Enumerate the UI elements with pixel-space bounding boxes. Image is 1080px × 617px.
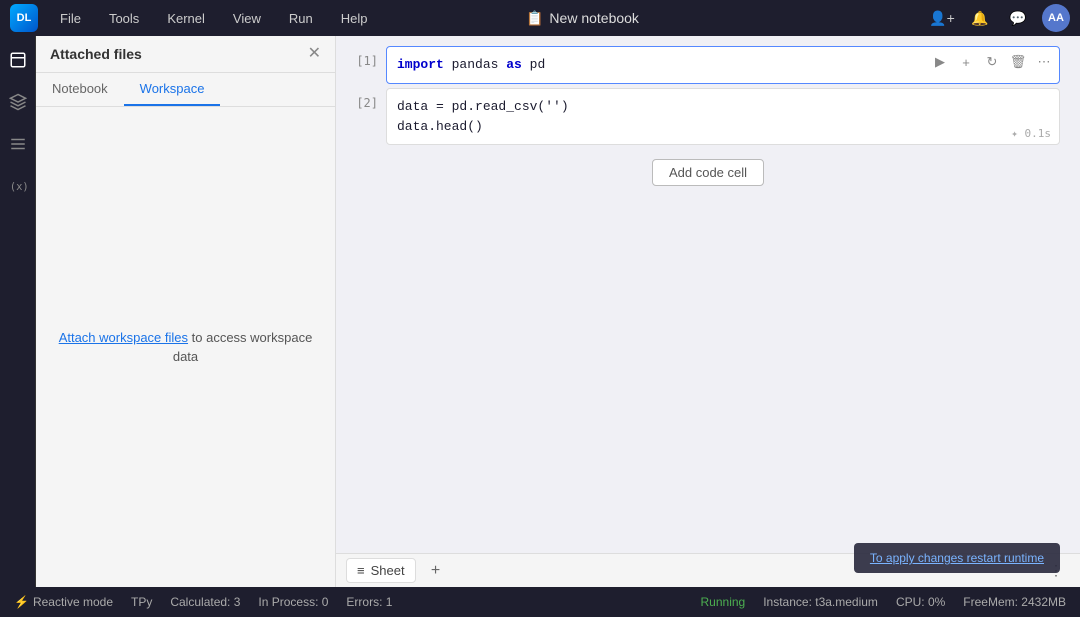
- notifications-button[interactable]: 🔔: [966, 4, 994, 32]
- cell-box-2[interactable]: data = pd.read_csv('') data.head() ✦ 0.1…: [386, 88, 1060, 145]
- user-avatar[interactable]: AA: [1042, 4, 1070, 32]
- status-right: Running Instance: t3a.medium CPU: 0% Fre…: [701, 595, 1067, 609]
- sheet-tab-icon: ≡: [357, 563, 365, 578]
- svg-text:(x): (x): [9, 181, 26, 193]
- notebook-title-icon: 📋: [526, 10, 543, 27]
- sheet-tab[interactable]: ≡ Sheet: [346, 558, 416, 583]
- reactive-icon: ⚡: [14, 595, 29, 609]
- status-bar: ⚡ Reactive mode TPy Calculated: 3 In Pro…: [0, 587, 1080, 617]
- calculated-item: Calculated: 3: [170, 595, 240, 609]
- more-options-button-1[interactable]: ⋯: [1033, 51, 1055, 73]
- tab-workspace[interactable]: Workspace: [124, 73, 221, 106]
- left-panel: Attached files ✕ Notebook Workspace Atta…: [36, 36, 336, 587]
- add-cell-above-button[interactable]: +: [955, 51, 977, 73]
- cell-wrapper-1: [1] ▶ + ↻ 🗑 ⋯ import pandas as pd: [356, 46, 1060, 84]
- attach-message: Attach workspace files to access workspa…: [56, 328, 315, 367]
- run-cell-button-1[interactable]: ▶: [929, 51, 951, 73]
- panel-tabs: Notebook Workspace: [36, 73, 335, 107]
- running-badge: Running: [701, 595, 746, 609]
- add-user-button[interactable]: 👤+: [928, 4, 956, 32]
- cell-time-2: ✦ 0.1s: [1011, 127, 1051, 140]
- errors-label: Errors: 1: [346, 595, 392, 609]
- freemem-label: FreeMem: 2432MB: [963, 595, 1066, 609]
- menu-kernel[interactable]: Kernel: [161, 7, 211, 30]
- reactive-label: Reactive mode: [33, 595, 113, 609]
- cell-toolbar-1: ▶ + ↻ 🗑 ⋯: [929, 51, 1055, 73]
- menu-tools[interactable]: Tools: [103, 7, 145, 30]
- sidebar-list-icon[interactable]: [4, 130, 32, 158]
- sidebar-files-icon[interactable]: [4, 46, 32, 74]
- notebook-area: [1] ▶ + ↻ 🗑 ⋯ import pandas as pd [: [336, 36, 1080, 553]
- cell-wrapper-2: [2] data = pd.read_csv('') data.head() ✦…: [356, 88, 1060, 145]
- notebook-title-text: New notebook: [549, 10, 639, 26]
- top-bar-right: 👤+ 🔔 💬 AA: [928, 4, 1070, 32]
- add-cell-area: Add code cell: [356, 149, 1060, 196]
- errors-item: Errors: 1: [346, 595, 392, 609]
- toast-prefix: To apply changes: [870, 551, 967, 565]
- in-process-item: In Process: 0: [258, 595, 328, 609]
- cell-number-2: [2]: [356, 88, 386, 110]
- apply-changes-toast: To apply changes restart runtime: [854, 543, 1060, 573]
- menu-run[interactable]: Run: [283, 7, 319, 30]
- add-code-cell-button[interactable]: Add code cell: [652, 159, 764, 186]
- panel-content: Attach workspace files to access workspa…: [36, 107, 335, 587]
- toast-link[interactable]: restart runtime: [967, 551, 1044, 565]
- sidebar-variables-icon[interactable]: (x): [4, 172, 32, 200]
- tab-notebook[interactable]: Notebook: [36, 73, 124, 106]
- in-process-label: In Process: 0: [258, 595, 328, 609]
- cell-number-1: [1]: [356, 46, 386, 68]
- app-logo[interactable]: DL: [10, 4, 38, 32]
- sidebar-icons: (x): [0, 36, 36, 587]
- panel-header: Attached files ✕: [36, 36, 335, 73]
- notebook-title: 📋 New notebook: [526, 10, 639, 27]
- lang-label: TPy: [131, 595, 152, 609]
- main-content: [1] ▶ + ↻ 🗑 ⋯ import pandas as pd [: [336, 36, 1080, 587]
- instance-label: Instance: t3a.medium: [763, 595, 878, 609]
- menu-view[interactable]: View: [227, 7, 267, 30]
- sheet-tab-name: Sheet: [371, 563, 405, 578]
- top-bar: DL File Tools Kernel View Run Help 📋 New…: [0, 0, 1080, 36]
- chat-button[interactable]: 💬: [1004, 4, 1032, 32]
- menu-help[interactable]: Help: [335, 7, 374, 30]
- refresh-cell-button[interactable]: ↻: [981, 51, 1003, 73]
- attach-workspace-link[interactable]: Attach workspace files: [59, 330, 188, 345]
- lang-item: TPy: [131, 595, 152, 609]
- calculated-label: Calculated: 3: [170, 595, 240, 609]
- add-sheet-button[interactable]: +: [424, 559, 448, 583]
- main-layout: (x) Attached files ✕ Notebook Workspace …: [0, 36, 1080, 587]
- cpu-label: CPU: 0%: [896, 595, 945, 609]
- cell-code-2[interactable]: data = pd.read_csv('') data.head(): [387, 89, 1059, 144]
- panel-title: Attached files: [50, 46, 142, 62]
- delete-cell-button[interactable]: 🗑: [1007, 51, 1029, 73]
- sidebar-layers-icon[interactable]: [4, 88, 32, 116]
- cell-box-1[interactable]: ▶ + ↻ 🗑 ⋯ import pandas as pd: [386, 46, 1060, 84]
- panel-close-button[interactable]: ✕: [308, 46, 321, 62]
- reactive-mode-item: ⚡ Reactive mode: [14, 595, 113, 609]
- menu-file[interactable]: File: [54, 7, 87, 30]
